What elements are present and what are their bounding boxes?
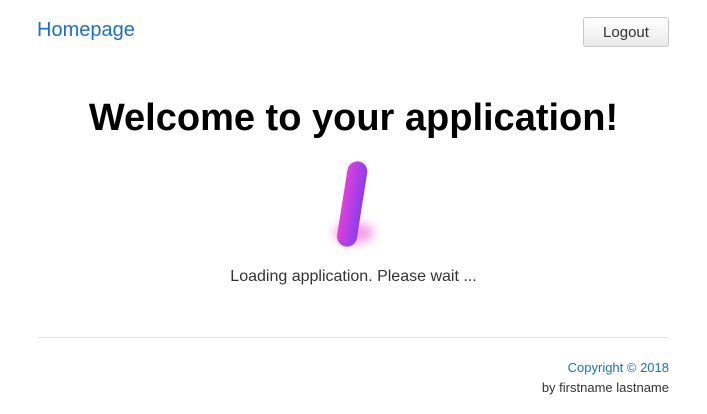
- author-byline: by firstname lastname: [541, 380, 669, 395]
- app-page: Homepage Logout Welcome to your applicat…: [0, 0, 707, 414]
- loading-spinner-icon: [318, 155, 390, 255]
- copyright-text: Copyright © 2018: [567, 360, 669, 375]
- logout-button[interactable]: Logout: [583, 17, 669, 47]
- homepage-link[interactable]: Homepage: [37, 17, 135, 43]
- page-title: Welcome to your application!: [88, 97, 619, 139]
- footer-divider: [37, 337, 669, 338]
- loading-message: Loading application. Please wait ...: [230, 268, 477, 285]
